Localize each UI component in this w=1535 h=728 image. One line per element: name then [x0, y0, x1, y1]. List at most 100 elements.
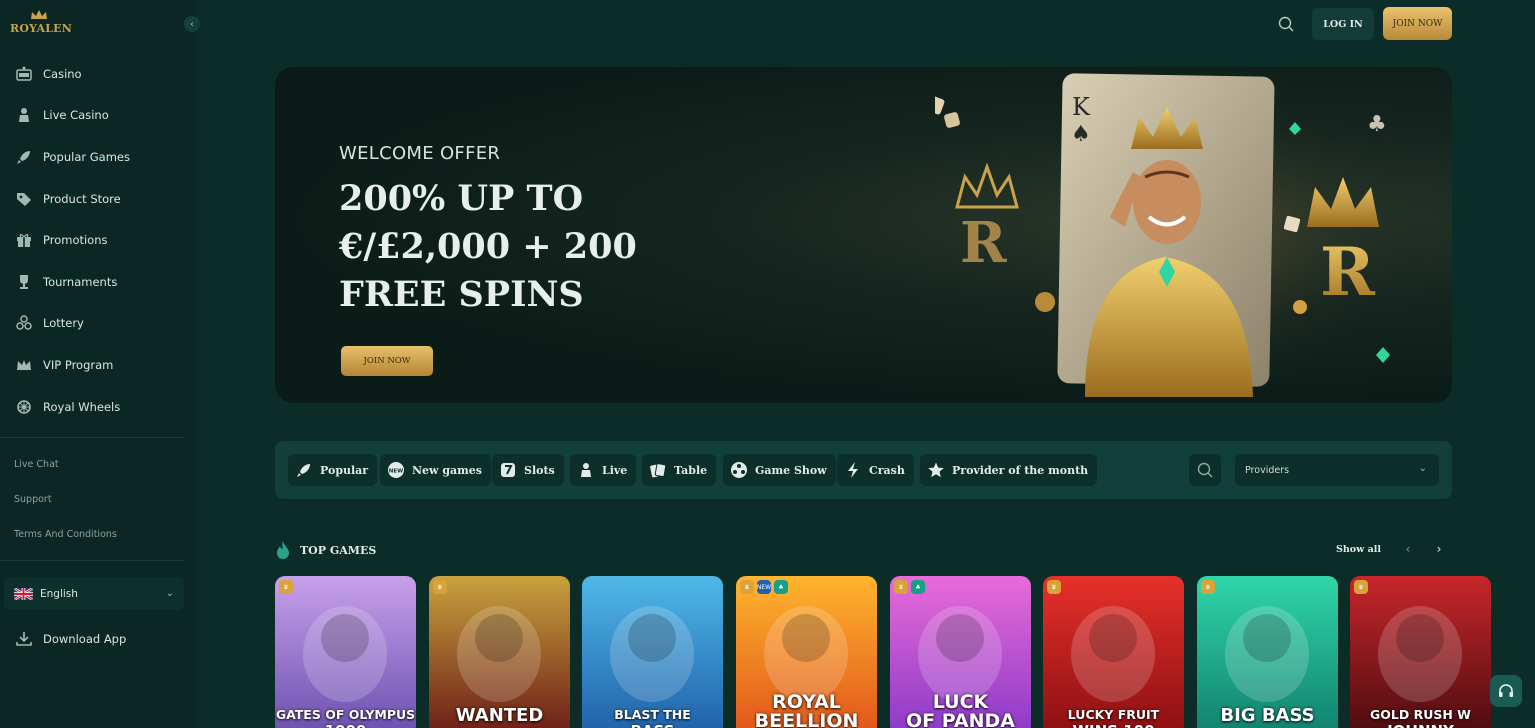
sidebar-item-label: VIP Program: [43, 357, 114, 372]
rocket-icon: [297, 464, 310, 477]
game-card[interactable]: ♛ NEW ♣ ROYAL BEELLION: [736, 576, 877, 728]
sidebar-item-tournaments[interactable]: Tournaments: [0, 261, 196, 303]
welcome-offer-banner[interactable]: K ♠ R R ♣ WELCOME OFFER 200% UP TO €/£2,…: [275, 67, 1452, 403]
sidebar-item-label: Promotions: [43, 233, 108, 248]
sidebar-item-royal-wheels[interactable]: Royal Wheels: [0, 386, 196, 428]
terms-link[interactable]: Terms And Conditions: [14, 529, 117, 540]
category-game-show[interactable]: Game Show: [723, 454, 836, 486]
search-icon: [1197, 462, 1213, 478]
crown-badge-icon: ♛: [433, 580, 447, 594]
game-thumbnail: [1350, 576, 1491, 728]
join-now-button[interactable]: JOIN NOW: [1383, 7, 1452, 40]
game-search-button[interactable]: [1189, 454, 1221, 486]
crown-icon: [31, 10, 47, 19]
game-card[interactable]: ♛ GATES OF OLYMPUS 1000: [275, 576, 416, 728]
game-card[interactable]: ♛ LUCKY FRUIT WINS 100: [1043, 576, 1184, 728]
sidebar-item-popular-games[interactable]: Popular Games: [0, 136, 196, 178]
lottery-balls-icon: [16, 315, 32, 331]
sidebar-item-label: Tournaments: [43, 274, 118, 289]
chevron-right-icon: ›: [1436, 542, 1442, 556]
logo-text: ROYALEN: [10, 22, 72, 35]
category-crash[interactable]: Crash: [837, 454, 914, 486]
club-badge-icon: ♣: [774, 580, 788, 594]
sidebar-item-label: Casino: [43, 66, 82, 81]
sidebar-item-label: Lottery: [43, 316, 84, 331]
sidebar-nav: Casino Live Casino Popular Games Product…: [0, 53, 196, 427]
hero-join-now-button[interactable]: JOIN NOW: [341, 346, 433, 376]
search-icon: [1278, 16, 1294, 32]
game-title-line2: BASS: [582, 724, 723, 728]
seven-icon: [501, 463, 515, 477]
dealer-icon: [581, 463, 591, 477]
login-button[interactable]: LOG IN: [1312, 8, 1374, 40]
sidebar-item-promotions[interactable]: Promotions: [0, 219, 196, 261]
king-card-illustration: K ♠ R R ♣: [935, 67, 1435, 403]
wheel-icon: [17, 399, 31, 414]
game-thumbnail: [275, 576, 416, 728]
top-games-title: TOP GAMES: [300, 544, 377, 557]
cards-icon: [650, 463, 667, 478]
game-title-line2: WINS 100: [1043, 724, 1184, 728]
live-chat-link[interactable]: Live Chat: [14, 459, 59, 470]
sidebar-item-casino[interactable]: Casino: [0, 53, 196, 95]
sidebar-item-product-store[interactable]: Product Store: [0, 178, 196, 220]
category-label: Live: [602, 463, 628, 477]
sidebar-item-label: Royal Wheels: [43, 399, 121, 414]
download-app-link[interactable]: Download App: [15, 630, 126, 648]
game-title-line2: BEELLION: [754, 710, 859, 728]
hero-title-line: €/£2,000 + 200: [339, 226, 637, 267]
game-card[interactable]: ♛ ♣ LUCK OF PANDA: [890, 576, 1031, 728]
trophy-icon: [20, 274, 28, 289]
svg-text:♣: ♣: [1367, 112, 1387, 137]
sidebar-item-lottery[interactable]: Lottery: [0, 303, 196, 345]
support-link[interactable]: Support: [14, 494, 52, 505]
category-new-games[interactable]: NEW New games: [380, 454, 492, 486]
category-slots[interactable]: Slots: [492, 454, 564, 486]
sidebar: ROYALEN ‹ Casino Live Casino Popular Gam…: [0, 0, 200, 728]
support-chat-button[interactable]: [1490, 675, 1522, 707]
game-card[interactable]: ♛ WANTED: [429, 576, 570, 728]
chevron-down-icon: ⌄: [1418, 463, 1427, 474]
category-label: New games: [412, 463, 483, 477]
game-title: GOLD RUSH W: [1370, 707, 1471, 722]
game-title: BIG BASS: [1220, 705, 1315, 726]
game-card[interactable]: BLAST THE BASS: [582, 576, 723, 728]
sidebar-item-label: Live Casino: [43, 108, 109, 123]
game-card[interactable]: ♛ GOLD RUSH W JOHNNY: [1350, 576, 1491, 728]
category-label: Popular: [320, 463, 369, 477]
crown-badge-icon: ♛: [1201, 580, 1215, 594]
game-title: GATES OF OLYMPUS: [275, 707, 416, 722]
category-label: Slots: [524, 463, 555, 477]
language-select[interactable]: English ⌄: [4, 577, 184, 610]
category-live[interactable]: Live: [570, 454, 637, 486]
svg-text:NEW: NEW: [389, 468, 403, 474]
rocket-icon: [17, 150, 30, 164]
crown-badge-icon: ♛: [1047, 580, 1061, 594]
sidebar-item-vip-program[interactable]: VIP Program: [0, 344, 196, 386]
collapse-sidebar-button[interactable]: ‹: [184, 16, 200, 32]
category-table[interactable]: Table: [642, 454, 717, 486]
game-title: WANTED: [455, 705, 544, 726]
game-title: LUCKY FRUIT: [1067, 707, 1160, 722]
sidebar-item-live-casino[interactable]: Live Casino: [0, 95, 196, 137]
royalen-logo[interactable]: ROYALEN: [10, 10, 72, 38]
carousel-prev-button[interactable]: ‹: [1400, 541, 1416, 557]
category-provider-of-the-month[interactable]: Provider of the month: [920, 454, 1098, 486]
hero-title-line: FREE SPINS: [339, 274, 584, 315]
providers-dropdown[interactable]: Providers ⌄: [1235, 454, 1439, 486]
lightning-icon: [848, 462, 858, 478]
sidebar-divider: [0, 437, 184, 438]
sidebar-item-label: Popular Games: [43, 149, 131, 164]
slot-machine-icon: [16, 66, 32, 81]
game-title-line2: OF PANDA: [905, 710, 1015, 728]
game-thumbnail: [582, 576, 723, 728]
game-title: BLAST THE: [614, 707, 691, 722]
category-popular[interactable]: Popular: [288, 454, 378, 486]
crown-badge-icon: ♛: [279, 580, 293, 594]
game-card[interactable]: ♛ BIG BASS: [1197, 576, 1338, 728]
carousel-next-button[interactable]: ›: [1431, 541, 1447, 557]
category-label: Table: [674, 463, 708, 477]
header-search-button[interactable]: [1269, 8, 1303, 40]
show-all-link[interactable]: Show all: [1336, 544, 1381, 555]
game-title-line2: JOHNNY: [1350, 724, 1491, 728]
